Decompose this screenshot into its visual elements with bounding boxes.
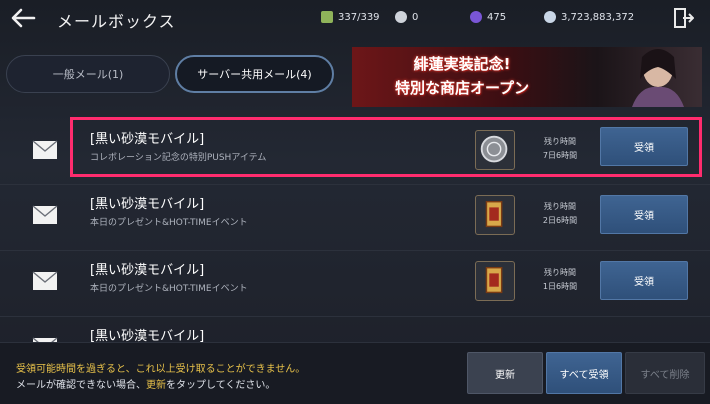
- mail-row[interactable]: [黒い砂漠モバイル] 本日のプレゼント&HOT-TIMEイベント 残り時間 2日…: [0, 184, 710, 244]
- resource-pearl: 0: [395, 9, 418, 25]
- mail-item-slot[interactable]: [475, 261, 515, 301]
- tab-general-mail[interactable]: 一般メール(1): [6, 55, 170, 93]
- mail-row[interactable]: [黒い砂漠モバイル]: [0, 316, 710, 342]
- footer-bar: 受領可能時間を過ぎると、これ以上受け取ることができません。 メールが確認できない…: [0, 342, 710, 404]
- mail-subject: コレボレーション記念の特別PUSHアイテム: [90, 153, 267, 163]
- banner-line1: 緋蓮実装記念!: [413, 55, 511, 73]
- resource-gem: 475: [470, 9, 506, 25]
- envelope-icon: [32, 140, 58, 159]
- mail-item-slot[interactable]: [475, 130, 515, 170]
- character-portrait-icon: [632, 49, 684, 107]
- mail-sender: [黒い砂漠モバイル]: [90, 132, 205, 147]
- time-remaining-label: 残り時間: [544, 137, 576, 146]
- scroll-icon: [485, 200, 503, 228]
- time-remaining-value: 1日6時間: [542, 282, 578, 291]
- scroll-icon: [485, 266, 503, 294]
- back-arrow-icon[interactable]: [8, 6, 38, 30]
- envelope-icon: [32, 205, 58, 224]
- mail-sender: [黒い砂漠モバイル]: [90, 197, 205, 212]
- receive-button[interactable]: 受領: [600, 127, 688, 166]
- refresh-notice: メールが確認できない場合、更新をタップしてください。: [16, 380, 276, 391]
- pearl-icon: [395, 11, 407, 23]
- mail-item-slot[interactable]: [475, 195, 515, 235]
- time-remaining-value: 7日6時間: [542, 151, 578, 160]
- top-bar: メールボックス 337/339 0 475 3,723,883,372: [0, 0, 710, 36]
- stamina-icon: [321, 11, 333, 23]
- receive-button[interactable]: 受領: [600, 195, 688, 234]
- time-remaining-value: 2日6時間: [542, 216, 578, 225]
- refresh-button[interactable]: 更新: [467, 352, 543, 394]
- page-title: メールボックス: [57, 12, 176, 31]
- time-remaining-label: 残り時間: [544, 202, 576, 211]
- banner-line2: 特別な商店オープン: [394, 79, 530, 97]
- envelope-icon: [32, 271, 58, 290]
- mail-sender: [黒い砂漠モバイル]: [90, 329, 205, 342]
- coin-medal-icon: [480, 135, 508, 163]
- mail-row[interactable]: [黒い砂漠モバイル] コレボレーション記念の特別PUSHアイテム 残り時間 7日…: [70, 117, 702, 177]
- delete-all-button[interactable]: すべて削除: [625, 352, 705, 394]
- tab-server-mail[interactable]: サーバー共用メール(4): [175, 55, 334, 93]
- expiry-notice: 受領可能時間を過ぎると、これ以上受け取ることができません。: [16, 364, 306, 375]
- resource-stamina: 337/339: [321, 9, 380, 25]
- mail-subject: 本日のプレゼント&HOT-TIMEイベント: [90, 218, 248, 228]
- event-banner[interactable]: 緋蓮実装記念! 特別な商店オープン: [352, 47, 702, 107]
- mail-sender: [黒い砂漠モバイル]: [90, 263, 205, 278]
- gem-icon: [470, 11, 482, 23]
- mail-list: [黒い砂漠モバイル] コレボレーション記念の特別PUSHアイテム 残り時間 7日…: [0, 114, 710, 342]
- receive-all-button[interactable]: すべて受領: [546, 352, 622, 394]
- mail-subject: 本日のプレゼント&HOT-TIMEイベント: [90, 284, 248, 294]
- receive-button[interactable]: 受領: [600, 261, 688, 300]
- mail-row[interactable]: [黒い砂漠モバイル] 本日のプレゼント&HOT-TIMEイベント 残り時間 1日…: [0, 250, 710, 310]
- silver-icon: [544, 11, 556, 23]
- exit-door-icon[interactable]: [672, 7, 694, 29]
- resource-silver: 3,723,883,372: [544, 9, 634, 25]
- time-remaining-label: 残り時間: [544, 268, 576, 277]
